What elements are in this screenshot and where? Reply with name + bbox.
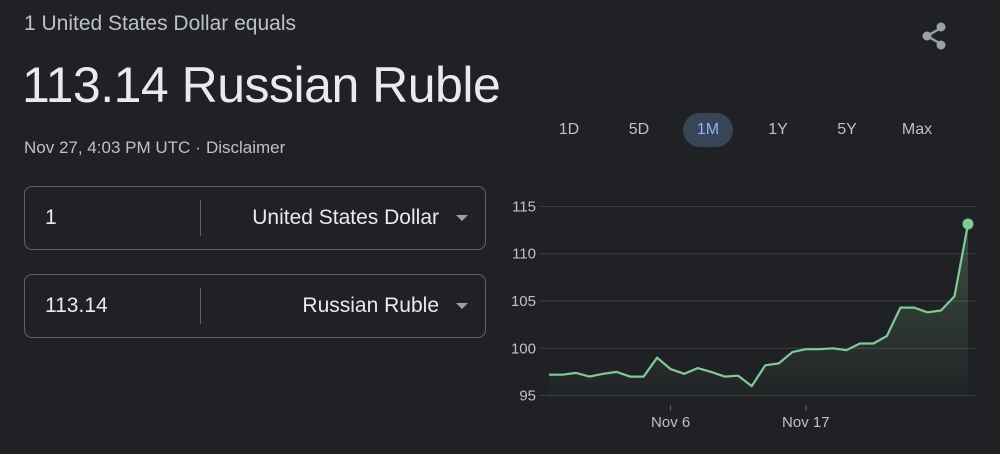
rate-chart: 95 100 105 110 115 Nov 6 Nov 17 [511, 198, 975, 431]
last-point-marker [962, 218, 974, 230]
x-tick-label: Nov 17 [782, 414, 830, 431]
y-tick-label: 105 [511, 293, 536, 310]
y-tick-label: 95 [519, 388, 536, 405]
x-tick-label: Nov 6 [651, 414, 690, 431]
y-tick-label: 100 [511, 340, 536, 357]
y-tick-label: 110 [512, 246, 536, 263]
y-tick-label: 115 [512, 198, 536, 215]
rate-area [549, 224, 968, 405]
